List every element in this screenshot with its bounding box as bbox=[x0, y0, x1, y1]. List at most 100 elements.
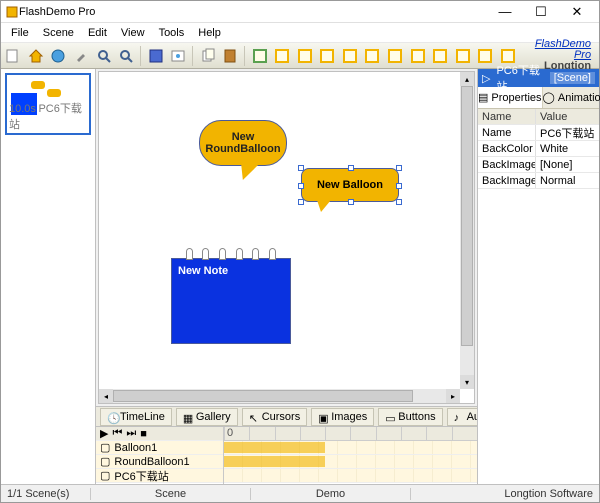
new-icon[interactable] bbox=[3, 45, 24, 67]
round-balloon-text: New RoundBalloon bbox=[205, 131, 280, 155]
resize-handle[interactable] bbox=[298, 183, 304, 189]
preview-icon[interactable] bbox=[168, 45, 189, 67]
property-tabs: ▤Properties ◯Animation bbox=[478, 87, 599, 109]
tab-animation[interactable]: ◯Animation bbox=[543, 87, 600, 108]
animation-icon: ◯ bbox=[543, 91, 555, 104]
resize-handle[interactable] bbox=[348, 165, 354, 171]
timeline-panel: ▶ ⏮ ⏭ ■ ▢Balloon1 ▢RoundBalloon1 ▢PC6下载站… bbox=[96, 426, 477, 484]
resize-handle[interactable] bbox=[298, 199, 304, 205]
home-icon[interactable] bbox=[26, 45, 47, 67]
property-row[interactable]: BackColorWhite bbox=[478, 141, 599, 157]
resize-handle[interactable] bbox=[396, 183, 402, 189]
balloon-object[interactable]: New Balloon bbox=[301, 168, 399, 202]
globe-icon[interactable] bbox=[48, 45, 69, 67]
folder-icon: ▢ bbox=[100, 441, 110, 454]
timeline-track[interactable]: ▢PC6下载站 bbox=[96, 469, 223, 483]
properties-icon: ▤ bbox=[478, 91, 488, 104]
app-icon bbox=[5, 5, 19, 19]
image-icon: ▣ bbox=[318, 412, 328, 422]
insert-frame-icon[interactable] bbox=[272, 45, 293, 67]
resize-handle[interactable] bbox=[396, 165, 402, 171]
scroll-down-icon[interactable]: ▾ bbox=[460, 375, 474, 389]
rewind-icon[interactable]: ⏮ bbox=[112, 427, 122, 440]
play-icon[interactable]: ▶ bbox=[100, 427, 108, 440]
menu-view[interactable]: View bbox=[115, 25, 151, 41]
scene-header-icon: ▷ bbox=[482, 72, 490, 85]
canvas-viewport: New RoundBalloon New Balloon bbox=[98, 71, 475, 404]
menu-scene[interactable]: Scene bbox=[37, 25, 80, 41]
folder-icon: ▢ bbox=[100, 455, 110, 468]
insert-cursor-icon[interactable] bbox=[249, 45, 270, 67]
toolbar-separator bbox=[140, 46, 141, 66]
zoom-out-icon[interactable] bbox=[93, 45, 114, 67]
property-row[interactable]: BackImage[None] bbox=[478, 157, 599, 173]
insert-shape-icon[interactable] bbox=[430, 45, 451, 67]
toolbar-separator bbox=[192, 46, 193, 66]
insert-text-icon[interactable] bbox=[362, 45, 383, 67]
brand-product[interactable]: FlashDemo Pro bbox=[520, 39, 591, 61]
scroll-right-icon[interactable]: ▸ bbox=[446, 389, 460, 403]
center-column: New RoundBalloon New Balloon bbox=[96, 69, 477, 484]
scroll-left-icon[interactable]: ◂ bbox=[99, 389, 113, 403]
status-company: Longtion Software bbox=[411, 488, 599, 500]
wrench-icon[interactable] bbox=[71, 45, 92, 67]
tab-cursors[interactable]: ↖Cursors bbox=[242, 408, 308, 426]
tab-images[interactable]: ▣Images bbox=[311, 408, 374, 426]
scroll-up-icon[interactable]: ▴ bbox=[460, 72, 474, 86]
toolbar-separator bbox=[244, 46, 245, 66]
insert-highlight-icon[interactable] bbox=[452, 45, 473, 67]
resize-handle[interactable] bbox=[348, 199, 354, 205]
window-title: FlashDemo Pro bbox=[19, 6, 487, 18]
tab-gallery[interactable]: ▦Gallery bbox=[176, 408, 238, 426]
maximize-button[interactable]: ☐ bbox=[523, 3, 559, 21]
track-row[interactable] bbox=[224, 455, 477, 469]
note-text: New Note bbox=[178, 265, 228, 277]
save-icon[interactable] bbox=[145, 45, 166, 67]
status-mode: Scene bbox=[91, 488, 251, 500]
status-state: Demo bbox=[251, 488, 411, 500]
cursor-icon: ↖ bbox=[249, 412, 259, 422]
minimize-button[interactable]: — bbox=[487, 3, 523, 21]
tab-timeline[interactable]: 🕓TimeLine bbox=[100, 408, 172, 426]
insert-note-icon[interactable] bbox=[340, 45, 361, 67]
properties-panel: ▷ PC6下载站 [Scene] ▤Properties ◯Animation … bbox=[477, 69, 599, 484]
tab-properties[interactable]: ▤Properties bbox=[478, 87, 543, 108]
insert-button-icon[interactable] bbox=[407, 45, 428, 67]
gallery-icon: ▦ bbox=[183, 412, 193, 422]
zoom-in-icon[interactable] bbox=[116, 45, 137, 67]
menu-help[interactable]: Help bbox=[192, 25, 227, 41]
menu-tools[interactable]: Tools bbox=[153, 25, 191, 41]
property-row[interactable]: NamePC6下载站 bbox=[478, 125, 599, 141]
property-row[interactable]: BackImageStyNormal bbox=[478, 173, 599, 189]
track-row[interactable] bbox=[224, 441, 477, 455]
balloon-text: New Balloon bbox=[317, 179, 383, 191]
resize-handle[interactable] bbox=[298, 165, 304, 171]
vertical-scrollbar[interactable]: ▴ ▾ bbox=[460, 72, 474, 389]
resize-handle[interactable] bbox=[396, 199, 402, 205]
canvas[interactable]: New RoundBalloon New Balloon bbox=[99, 72, 474, 403]
thumbnail-label: 10.0s PC6下载站 bbox=[9, 100, 89, 132]
insert-balloon-icon[interactable] bbox=[295, 45, 316, 67]
menu-edit[interactable]: Edit bbox=[82, 25, 113, 41]
menu-file[interactable]: File bbox=[5, 25, 35, 41]
close-button[interactable]: ✕ bbox=[559, 3, 595, 21]
scene-header[interactable]: ▷ PC6下载站 [Scene] bbox=[478, 69, 599, 87]
button-icon: ▭ bbox=[385, 412, 395, 422]
scrollbar-thumb[interactable] bbox=[461, 86, 473, 346]
scene-thumbnail[interactable]: 10.0s PC6下载站 bbox=[5, 73, 91, 135]
scrollbar-thumb[interactable] bbox=[113, 390, 413, 402]
track-row[interactable] bbox=[224, 469, 477, 483]
insert-audio-icon[interactable] bbox=[475, 45, 496, 67]
insert-roundballoon-icon[interactable] bbox=[317, 45, 338, 67]
timeline-grid[interactable]: 0 bbox=[224, 427, 477, 484]
timeline-track[interactable]: ▢Balloon1 bbox=[96, 441, 223, 455]
horizontal-scrollbar[interactable]: ◂ ▸ bbox=[99, 389, 460, 403]
forward-icon[interactable]: ⏭ bbox=[126, 427, 136, 440]
note-object[interactable]: New Note bbox=[171, 248, 291, 344]
tab-buttons[interactable]: ▭Buttons bbox=[378, 408, 442, 426]
stop-icon[interactable]: ■ bbox=[140, 428, 147, 440]
paste-icon[interactable] bbox=[220, 45, 241, 67]
round-balloon-object[interactable]: New RoundBalloon bbox=[199, 120, 287, 166]
insert-image-icon[interactable] bbox=[385, 45, 406, 67]
copy-icon[interactable] bbox=[197, 45, 218, 67]
